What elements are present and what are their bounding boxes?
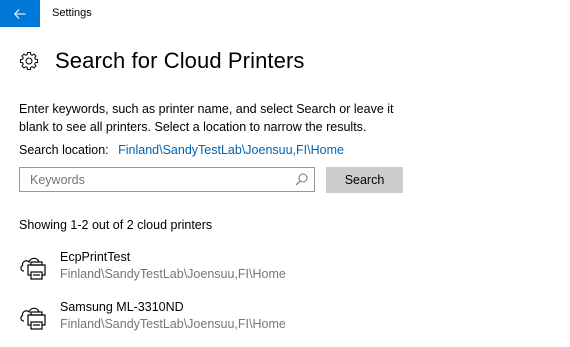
search-icon[interactable] xyxy=(295,173,308,186)
search-location-row: Search location: Finland\SandyTestLab\Jo… xyxy=(19,143,344,157)
search-location-label: Search location: xyxy=(19,143,109,157)
page-header: Search for Cloud Printers xyxy=(19,48,305,74)
printer-name: EcpPrintTest xyxy=(60,250,131,264)
cloud-printer-icon xyxy=(20,307,46,330)
printer-location: Finland\SandyTestLab\Joensuu,FI\Home xyxy=(60,317,286,331)
keywords-input[interactable] xyxy=(20,168,290,191)
page-description: Enter keywords, such as printer name, an… xyxy=(19,102,394,134)
search-button[interactable]: Search xyxy=(326,167,403,193)
keywords-search-box xyxy=(19,167,315,192)
back-button[interactable] xyxy=(0,0,40,27)
printer-location: Finland\SandyTestLab\Joensuu,FI\Home xyxy=(60,267,286,281)
title-bar: Settings xyxy=(0,0,570,27)
back-arrow-icon xyxy=(14,8,26,19)
window-title: Settings xyxy=(52,7,92,19)
result-summary: Showing 1-2 out of 2 cloud printers xyxy=(19,218,213,232)
settings-window: Settings Search for Cloud Printers Enter… xyxy=(0,0,570,347)
gear-icon xyxy=(20,52,38,70)
printer-name: Samsung ML-3310ND xyxy=(60,300,184,314)
page-title: Search for Cloud Printers xyxy=(55,48,305,73)
cloud-printer-icon xyxy=(20,257,46,280)
printer-list-item[interactable]: Samsung ML-3310ND Finland\SandyTestLab\J… xyxy=(19,300,319,336)
search-location-link[interactable]: Finland\SandyTestLab\Joensuu,FI\Home xyxy=(118,143,344,157)
printer-list-item[interactable]: EcpPrintTest Finland\SandyTestLab\Joensu… xyxy=(19,250,319,286)
